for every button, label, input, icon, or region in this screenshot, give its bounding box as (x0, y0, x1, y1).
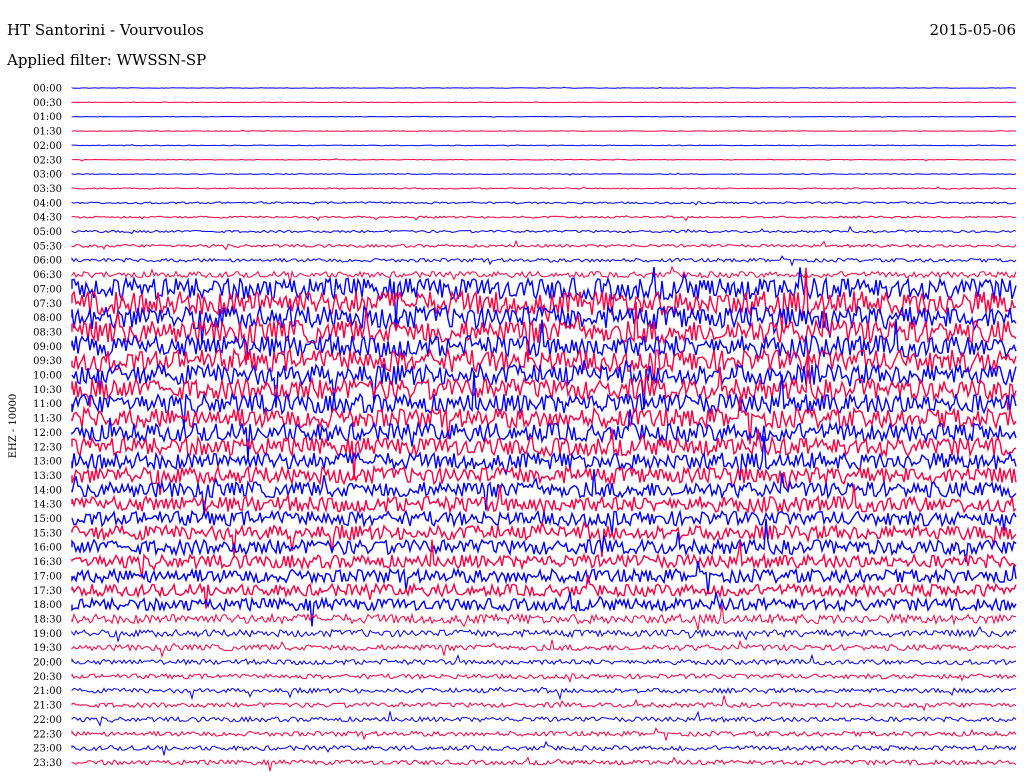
tick-label: 09:00 (33, 342, 62, 353)
trace-line (71, 727, 1017, 741)
tick-label: 22:00 (33, 715, 62, 726)
tick-label: 15:00 (33, 514, 62, 525)
tick-label: 19:00 (33, 629, 62, 640)
tick-label: 16:00 (33, 543, 62, 554)
helicorder-plot: HT Santorini - Vourvoulos 2015-05-06 App… (6, 21, 1017, 772)
tick-label: 00:30 (33, 98, 62, 109)
tick-label: 21:00 (33, 686, 62, 697)
trace-line (71, 672, 1017, 684)
trace-line (71, 695, 1017, 712)
tick-label: 17:00 (33, 571, 62, 582)
trace-line (71, 740, 1017, 756)
seismic-traces (71, 86, 1017, 772)
tick-label: 19:30 (33, 643, 62, 654)
station-title: HT Santorini - Vourvoulos (7, 21, 204, 39)
tick-label: 12:00 (33, 428, 62, 439)
tick-label: 08:00 (33, 313, 62, 324)
tick-label: 20:30 (33, 672, 62, 683)
trace-line (71, 215, 1017, 222)
trace-line (71, 186, 1017, 190)
tick-label: 05:00 (33, 227, 62, 238)
tick-label: 00:00 (33, 84, 62, 95)
tick-label: 07:30 (33, 299, 62, 310)
trace-line (71, 710, 1017, 727)
tick-label: 17:30 (33, 586, 62, 597)
tick-label: 20:00 (33, 658, 62, 669)
tick-label: 04:00 (33, 198, 62, 209)
tick-label: 10:30 (33, 385, 62, 396)
time-tick-labels: 00:00 00:30 01:00 01:30 02:00 02:30 03:00 03:30… (33, 84, 62, 769)
trace-line (71, 158, 1017, 162)
tick-label: 03:00 (33, 170, 62, 181)
trace-line (71, 653, 1017, 666)
trace-line (71, 756, 1017, 772)
tick-label: 15:30 (33, 528, 62, 539)
tick-label: 08:30 (33, 327, 62, 338)
tick-label: 09:30 (33, 356, 62, 367)
filter-label: Applied filter: WWSSN-SP (6, 51, 206, 69)
tick-label: 22:30 (33, 729, 62, 740)
tick-label: 06:00 (33, 256, 62, 267)
trace-line (71, 239, 1017, 251)
trace-line (71, 225, 1017, 235)
date-label: 2015-05-06 (930, 21, 1016, 39)
tick-label: 11:30 (33, 414, 62, 425)
trace-line (71, 639, 1017, 659)
trace-line (71, 172, 1017, 176)
tick-label: 13:00 (33, 457, 62, 468)
tick-label: 02:30 (33, 155, 62, 166)
trace-line (71, 255, 1017, 267)
trace-line (71, 144, 1017, 147)
tick-label: 18:00 (33, 600, 62, 611)
tick-label: 02:00 (33, 141, 62, 152)
trace-line (71, 101, 1016, 104)
trace-line (71, 129, 1017, 132)
trace-line (71, 86, 1017, 89)
tick-label: 04:30 (33, 213, 62, 224)
trace-line (71, 626, 1017, 642)
tick-label: 10:00 (33, 371, 62, 382)
tick-label: 01:30 (33, 127, 62, 138)
trace-line (71, 436, 1017, 481)
trace-line (71, 201, 1017, 206)
tick-label: 12:30 (33, 442, 62, 453)
tick-label: 06:30 (33, 270, 62, 281)
tick-label: 13:30 (33, 471, 62, 482)
trace-line (71, 560, 1017, 595)
tick-label: 23:00 (33, 744, 62, 755)
tick-label: 18:30 (33, 614, 62, 625)
tick-label: 07:00 (33, 284, 62, 295)
tick-label: 11:00 (33, 399, 62, 410)
trace-line (71, 115, 1017, 118)
trace-line (71, 686, 1017, 701)
tick-label: 03:30 (33, 184, 62, 195)
tick-label: 05:30 (33, 241, 62, 252)
tick-label: 16:30 (33, 557, 62, 568)
tick-label: 21:30 (33, 701, 62, 712)
tick-label: 23:30 (33, 758, 62, 769)
channel-label: EHZ - 10000 (8, 394, 19, 459)
tick-label: 14:00 (33, 485, 62, 496)
tick-label: 01:00 (33, 112, 62, 123)
trace-line (71, 371, 1017, 428)
tick-label: 14:30 (33, 500, 62, 511)
